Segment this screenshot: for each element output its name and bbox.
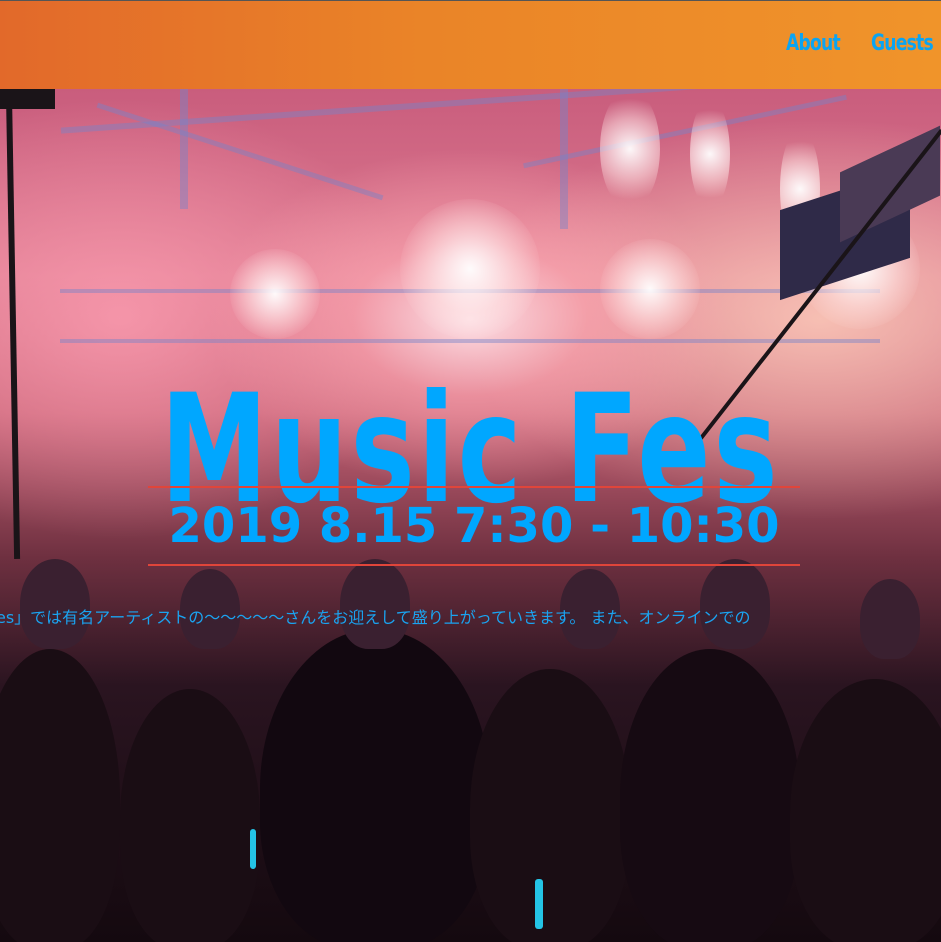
nav-guests-link[interactable]: Guests (871, 31, 937, 56)
event-description: es」では有名アーティストの〜〜〜〜〜さんをお迎えして盛り上がっていきます。 ま… (0, 608, 751, 627)
main-nav: About Guests (786, 31, 941, 56)
event-date: 2019 8.15 7:30 - 10:30 (168, 498, 780, 554)
hero-section: Music Fes 2019 8.15 7:30 - 10:30 es」では有名… (0, 89, 941, 942)
site-header: About Guests (0, 0, 941, 89)
nav-about-link[interactable]: About (786, 31, 852, 56)
event-date-box: 2019 8.15 7:30 - 10:30 (148, 486, 800, 566)
